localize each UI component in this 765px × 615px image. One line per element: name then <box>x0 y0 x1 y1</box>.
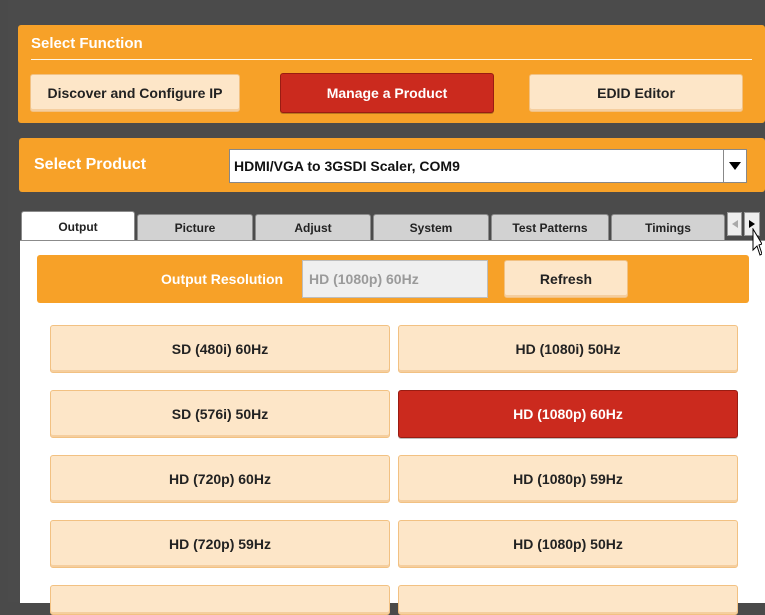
select-function-divider <box>31 59 752 60</box>
tab-timings[interactable]: Timings <box>611 214 725 240</box>
refresh-button[interactable]: Refresh <box>504 260 628 298</box>
tab-output[interactable]: Output <box>21 211 135 241</box>
select-product-label: Select Product <box>34 156 147 173</box>
output-resolution-field: HD (1080p) 60Hz <box>302 260 488 298</box>
product-tabs: Output Picture Adjust System Test Patter… <box>20 210 765 615</box>
manage-product-button[interactable]: Manage a Product <box>280 73 494 113</box>
resolution-sd-576i-50-button[interactable]: SD (576i) 50Hz <box>50 390 390 438</box>
resolution-hd-720p-59-button[interactable]: HD (720p) 59Hz <box>50 520 390 568</box>
select-function-title: Select Function <box>31 35 143 52</box>
discover-configure-ip-button[interactable]: Discover and Configure IP <box>30 74 240 112</box>
product-select[interactable]: HDMI/VGA to 3GSDI Scaler, COM9 <box>229 149 747 183</box>
product-select-value: HDMI/VGA to 3GSDI Scaler, COM9 <box>234 158 460 174</box>
output-resolution-bar: Output Resolution HD (1080p) 60Hz Refres… <box>37 255 749 303</box>
left-window-edge <box>0 0 8 602</box>
tab-picture[interactable]: Picture <box>137 214 253 240</box>
resolution-partial-button[interactable] <box>50 585 390 615</box>
resolution-hd-1080i-50-button[interactable]: HD (1080i) 50Hz <box>398 325 738 373</box>
dropdown-arrow-icon[interactable] <box>723 150 746 182</box>
output-tab-panel: Output Resolution HD (1080p) 60Hz Refres… <box>20 240 765 615</box>
resolution-hd-1080p-50-button[interactable]: HD (1080p) 50Hz <box>398 520 738 568</box>
select-function-panel: Select Function Discover and Configure I… <box>18 25 765 123</box>
tab-scroll-left-icon[interactable] <box>727 212 742 236</box>
resolution-hd-1080p-60-button[interactable]: HD (1080p) 60Hz <box>398 390 738 438</box>
resolution-sd-480i-60-button[interactable]: SD (480i) 60Hz <box>50 325 390 373</box>
resolution-hd-720p-60-button[interactable]: HD (720p) 60Hz <box>50 455 390 503</box>
edid-editor-button[interactable]: EDID Editor <box>529 74 743 112</box>
resolution-hd-1080p-59-button[interactable]: HD (1080p) 59Hz <box>398 455 738 503</box>
resolution-partial-button[interactable] <box>398 585 738 615</box>
output-resolution-label: Output Resolution <box>161 271 284 287</box>
tab-adjust[interactable]: Adjust <box>255 214 371 240</box>
mouse-cursor-icon <box>752 228 762 256</box>
tab-test-patterns[interactable]: Test Patterns <box>491 214 609 240</box>
select-product-panel: Select Product HDMI/VGA to 3GSDI Scaler,… <box>19 138 765 192</box>
tab-system[interactable]: System <box>373 214 489 240</box>
